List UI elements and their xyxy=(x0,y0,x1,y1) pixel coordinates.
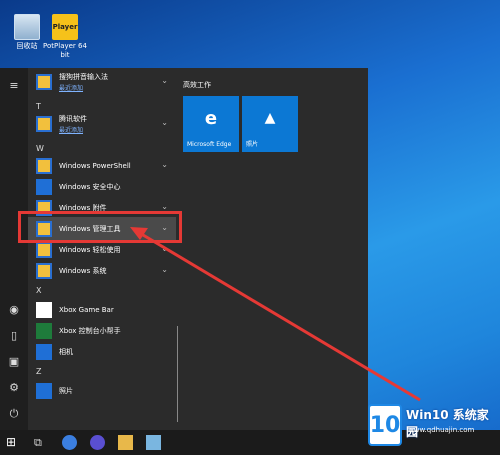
app-icon[interactable] xyxy=(90,435,105,450)
watermark-title: Win10 系统家园 xyxy=(406,408,489,439)
watermark-logo: 10 xyxy=(368,404,402,446)
app-icon[interactable] xyxy=(146,435,161,450)
start-button-icon[interactable]: ⊞ xyxy=(6,435,21,450)
arrow-line xyxy=(137,230,421,402)
task-view-icon[interactable]: ⧉ xyxy=(34,435,49,450)
watermark-url: www.qdhuajin.com xyxy=(408,426,475,434)
desktop-background: 回收站 Player PotPlayer 64 bit ≡ ◉ ▯ ▣ ⚙ ⏻ … xyxy=(0,0,500,455)
file-explorer-icon[interactable] xyxy=(118,435,133,450)
watermark: 10 Win10 系统家园 www.qdhuajin.com xyxy=(360,398,500,455)
annotation-arrow xyxy=(130,227,421,402)
browser-icon[interactable] xyxy=(62,435,77,450)
